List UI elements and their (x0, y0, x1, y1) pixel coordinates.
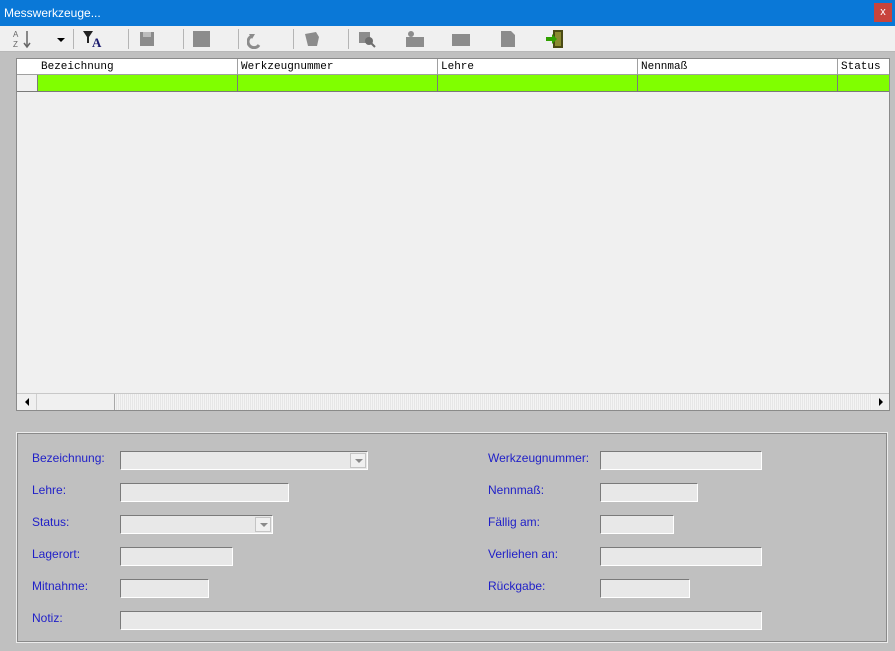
svg-text:A: A (92, 35, 102, 49)
toolbar-separator (73, 29, 74, 49)
grid-cell-bezeichnung[interactable] (38, 75, 238, 92)
scrollbar-thumb[interactable] (37, 394, 115, 410)
werkzeugnummer-label: Werkzeugnummer: (488, 451, 590, 465)
bezeichnung-combobox[interactable] (120, 451, 368, 470)
toolbar-separator (128, 29, 129, 49)
save-icon[interactable] (138, 29, 158, 49)
faellig-am-field[interactable] (600, 515, 674, 534)
column-header-nennmass[interactable]: Nennmaß (638, 59, 838, 75)
detail-form: Bezeichnung: Lehre: Status: Lagerort: Mi… (16, 432, 888, 643)
lagerort-label: Lagerort: (32, 547, 81, 561)
document-icon[interactable] (498, 29, 518, 49)
title-bar: Messwerkzeuge... x (0, 0, 895, 26)
chevron-down-icon[interactable] (255, 517, 271, 532)
status-combobox[interactable] (120, 515, 273, 534)
window-title: Messwerkzeuge... (4, 6, 101, 20)
column-header-status[interactable]: Status (838, 59, 889, 75)
column-header-lehre[interactable]: Lehre (438, 59, 638, 75)
exit-icon[interactable] (545, 29, 565, 49)
delete-icon[interactable] (192, 29, 212, 49)
toolbar-separator (238, 29, 239, 49)
column-header-werkzeugnummer[interactable]: Werkzeugnummer (238, 59, 438, 75)
arrow-left-icon (25, 398, 29, 406)
dropdown-arrow-icon[interactable] (54, 29, 68, 49)
card-icon[interactable] (451, 29, 471, 49)
lagerort-field[interactable] (120, 547, 233, 566)
grid-cell-nennmass[interactable] (638, 75, 838, 92)
verliehen-an-field[interactable] (600, 547, 762, 566)
bezeichnung-label: Bezeichnung: (32, 451, 105, 465)
rueckgabe-label: Rückgabe: (488, 579, 546, 593)
arrow-right-icon (879, 398, 883, 406)
werkzeugnummer-field[interactable] (600, 451, 762, 470)
lehre-field[interactable] (120, 483, 289, 502)
row-selector[interactable] (17, 75, 38, 92)
rueckgabe-field[interactable] (600, 579, 690, 598)
verliehen-label: Verliehen an: (488, 547, 559, 561)
status-label: Status: (32, 515, 70, 529)
grid-cell-lehre[interactable] (438, 75, 638, 92)
toolbar-separator (293, 29, 294, 49)
eraser-icon[interactable] (302, 29, 322, 49)
horizontal-scrollbar[interactable] (17, 393, 889, 410)
undo-icon[interactable] (246, 29, 267, 50)
faellig-label: Fällig am: (488, 515, 541, 529)
scroll-right-button[interactable] (872, 394, 889, 410)
data-grid[interactable]: Bezeichnung Werkzeugnummer Lehre Nennmaß… (16, 58, 890, 411)
svg-text:Z: Z (13, 40, 18, 49)
lehre-label: Lehre: (32, 483, 67, 497)
lend-icon[interactable] (404, 29, 424, 49)
toolbar-separator (183, 29, 184, 49)
notiz-label: Notiz: (32, 611, 63, 625)
filter-icon[interactable]: A (82, 29, 102, 50)
column-header-bezeichnung[interactable]: Bezeichnung (38, 59, 238, 75)
notiz-field[interactable] (120, 611, 762, 630)
sort-az-icon[interactable]: A Z (12, 29, 32, 49)
toolbar: A Z A (0, 26, 895, 52)
scroll-left-button[interactable] (17, 394, 37, 410)
close-button[interactable]: x (874, 3, 892, 22)
nennmass-label: Nennmaß: (488, 483, 545, 497)
mitnahme-field[interactable] (120, 579, 209, 598)
toolbar-separator (348, 29, 349, 49)
svg-text:A: A (13, 30, 19, 39)
search-icon[interactable] (357, 29, 377, 49)
grid-corner-header (17, 59, 39, 75)
grid-cell-werkzeugnummer[interactable] (238, 75, 438, 92)
chevron-down-icon[interactable] (350, 453, 366, 468)
grid-cell-status[interactable] (838, 75, 889, 92)
mitnahme-label: Mitnahme: (32, 579, 89, 593)
nennmass-field[interactable] (600, 483, 698, 502)
